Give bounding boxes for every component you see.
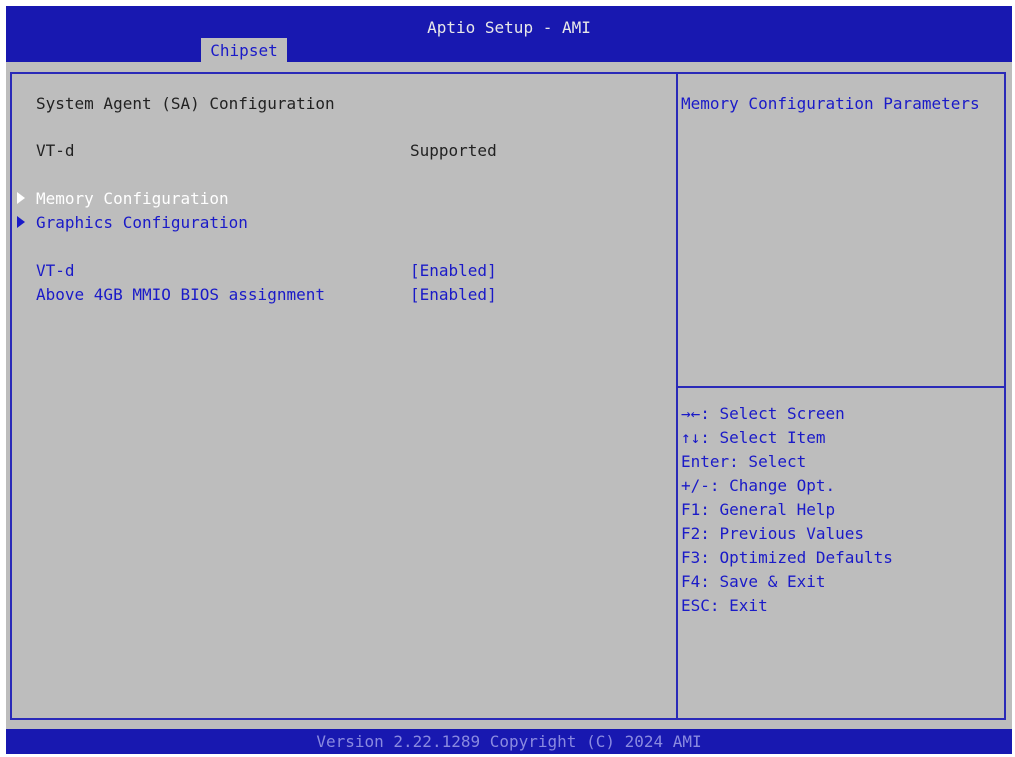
option-label-vtd[interactable]: VT-d [36,261,75,280]
submenu-arrow-icon [17,192,25,204]
info-label-vtd: VT-d [36,141,75,160]
header-bar: Aptio Setup - AMI Chipset [6,6,1012,64]
help-description: Memory Configuration Parameters [681,94,980,113]
tab-chipset[interactable]: Chipset [201,38,287,64]
help-key-hint: ↑↓: Select Item [681,428,826,447]
help-key-hint: Enter: Select [681,452,807,471]
help-key-hint: F2: Previous Values [681,524,865,543]
content-area: System Agent (SA) Configuration VT-d Sup… [6,62,1012,729]
help-key-hint: F3: Optimized Defaults [681,548,893,567]
content-frame [10,72,1006,720]
panel-divider [676,72,678,720]
option-value-vtd[interactable]: [Enabled] [410,261,497,280]
section-title: System Agent (SA) Configuration [36,94,335,113]
window-title: Aptio Setup - AMI [427,18,591,37]
help-divider [678,386,1004,388]
submenu-graphics-configuration[interactable]: Graphics Configuration [36,213,248,232]
help-key-hint: F4: Save & Exit [681,572,826,591]
help-key-hint: →←: Select Screen [681,404,845,423]
help-key-hint: ESC: Exit [681,596,768,615]
option-value-above-4gb-mmio[interactable]: [Enabled] [410,285,497,304]
submenu-memory-configuration[interactable]: Memory Configuration [36,189,229,208]
bios-setup-window: Aptio Setup - AMI Chipset System Agent (… [6,6,1012,754]
help-key-hint: +/-: Change Opt. [681,476,836,495]
submenu-arrow-icon [17,216,25,228]
footer-version: Version 2.22.1289 Copyright (C) 2024 AMI [6,729,1012,754]
option-label-above-4gb-mmio[interactable]: Above 4GB MMIO BIOS assignment [36,285,325,304]
help-key-hint: F1: General Help [681,500,836,519]
info-value-vtd: Supported [410,141,497,160]
